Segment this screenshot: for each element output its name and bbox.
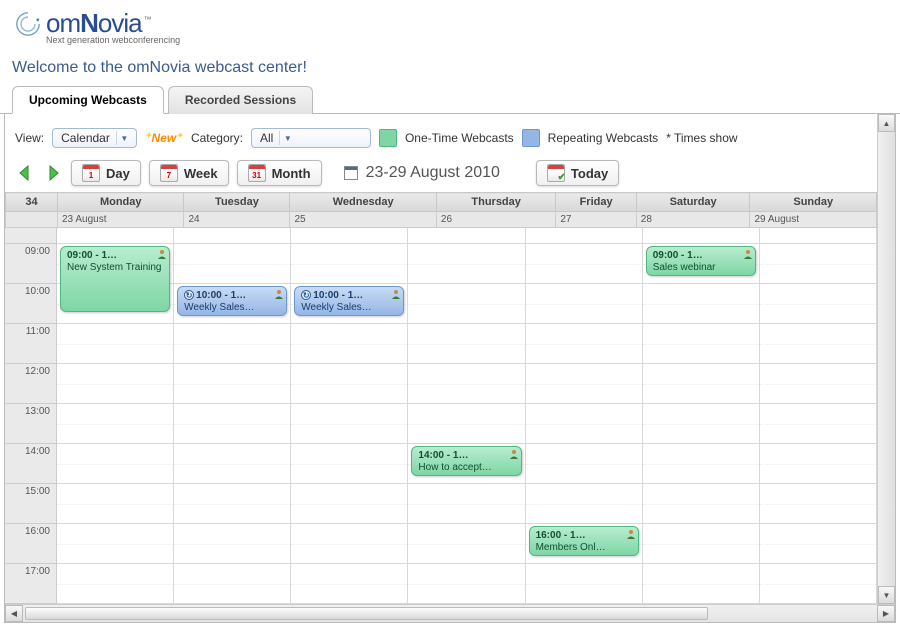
legend-onetime: One-Time Webcasts	[405, 131, 514, 145]
calendar-event[interactable]: 14:00 - 1…How to accept…	[411, 446, 521, 476]
legend-repeating: Repeating Webcasts	[548, 131, 659, 145]
scroll-down-icon[interactable]: ▼	[878, 586, 895, 604]
scroll-left-icon[interactable]: ◀	[5, 605, 23, 622]
toolbar: 1Day 7Week 31Month 23-29 August 2010 Tod…	[5, 158, 877, 192]
tagline: Next generation webconferencing	[46, 35, 886, 45]
mini-calendar-icon[interactable]	[344, 166, 358, 180]
horizontal-scrollbar[interactable]: ◀ ▶	[5, 604, 895, 622]
month-button[interactable]: 31Month	[237, 160, 322, 186]
week-corner	[6, 212, 58, 228]
day-header: Monday	[58, 193, 184, 212]
tab-recorded[interactable]: Recorded Sessions	[168, 86, 313, 114]
day-header: Sunday	[750, 193, 877, 212]
day-column[interactable]: 09:00 - 1…New System Training	[57, 228, 174, 604]
logo-swirl-icon	[14, 10, 42, 38]
header: omNovia™ Next generation webconferencing	[0, 0, 900, 49]
filter-bar: View: Calendar▼ New Category: All▼ One-T…	[5, 114, 877, 158]
repeat-icon: ↻	[301, 290, 311, 300]
calendar-event[interactable]: 16:00 - 1…Members Onl…	[529, 526, 639, 556]
scroll-right-icon[interactable]: ▶	[877, 605, 895, 622]
person-icon	[157, 249, 167, 259]
date-range: 23-29 August 2010	[366, 164, 500, 182]
calendar-grid: 08:0009:0010:0011:0012:0013:0014:0015:00…	[5, 228, 877, 604]
chevron-down-icon: ▼	[279, 131, 295, 145]
time-label: 08:00	[5, 228, 57, 244]
day-button[interactable]: 1Day	[71, 160, 141, 186]
week-button[interactable]: 7Week	[149, 160, 229, 186]
date-header[interactable]: 23 August	[58, 212, 184, 228]
person-icon	[626, 529, 636, 539]
week-number-header: 34	[6, 193, 58, 212]
repeat-icon: ↻	[184, 290, 194, 300]
day-column[interactable]: ↻10:00 - 1…Weekly Sales…	[174, 228, 291, 604]
view-label: View:	[15, 131, 44, 145]
calendar-event[interactable]: ↻10:00 - 1…Weekly Sales…	[177, 286, 287, 316]
day-column[interactable]	[760, 228, 877, 604]
prev-button[interactable]	[15, 163, 35, 183]
legend-swatch-repeating	[522, 129, 540, 147]
person-icon	[274, 289, 284, 299]
person-icon	[509, 449, 519, 459]
calendar-event[interactable]: ↻10:00 - 1…Weekly Sales…	[294, 286, 404, 316]
new-badge: New	[145, 131, 183, 145]
today-button[interactable]: Today	[536, 160, 619, 186]
day-header: Friday	[556, 193, 636, 212]
time-label: 12:00	[5, 364, 57, 404]
person-icon	[391, 289, 401, 299]
calendar-event[interactable]: 09:00 - 1…New System Training	[60, 246, 170, 312]
calendar-today-icon	[547, 164, 565, 182]
time-label: 14:00	[5, 444, 57, 484]
tab-upcoming[interactable]: Upcoming Webcasts	[12, 86, 164, 114]
date-header[interactable]: 27	[556, 212, 636, 228]
day-header: Thursday	[436, 193, 555, 212]
day-column[interactable]: ↻10:00 - 1…Weekly Sales…	[291, 228, 408, 604]
time-label: 15:00	[5, 484, 57, 524]
calendar-day-icon: 1	[82, 164, 100, 182]
calendar-month-icon: 31	[248, 164, 266, 182]
next-button[interactable]	[43, 163, 63, 183]
day-column[interactable]: 14:00 - 1…How to accept…	[408, 228, 525, 604]
day-header: Wednesday	[290, 193, 436, 212]
person-icon	[743, 249, 753, 259]
time-label: 11:00	[5, 324, 57, 364]
calendar-week-icon: 7	[160, 164, 178, 182]
times-note: * Times show	[666, 131, 737, 145]
content-frame: View: Calendar▼ New Category: All▼ One-T…	[4, 114, 896, 623]
time-label: 17:00	[5, 564, 57, 604]
time-label: 09:00	[5, 244, 57, 284]
tabs: Upcoming Webcasts Recorded Sessions	[0, 85, 900, 114]
calendar-header: 34 Monday Tuesday Wednesday Thursday Fri…	[5, 192, 877, 228]
category-label: Category:	[191, 131, 243, 145]
time-label: 16:00	[5, 524, 57, 564]
date-header[interactable]: 29 August	[750, 212, 877, 228]
day-header: Saturday	[636, 193, 750, 212]
time-label: 13:00	[5, 404, 57, 444]
date-header[interactable]: 28	[636, 212, 750, 228]
calendar-event[interactable]: 09:00 - 1…Sales webinar	[646, 246, 756, 276]
scroll-thumb[interactable]	[25, 607, 708, 620]
chevron-down-icon: ▼	[116, 131, 132, 145]
legend-swatch-onetime	[379, 129, 397, 147]
vertical-scrollbar[interactable]: ▲ ▼	[877, 114, 895, 604]
date-header[interactable]: 25	[290, 212, 436, 228]
time-label: 10:00	[5, 284, 57, 324]
scroll-up-icon[interactable]: ▲	[878, 114, 895, 132]
view-dropdown[interactable]: Calendar▼	[52, 128, 137, 148]
category-dropdown[interactable]: All▼	[251, 128, 371, 148]
day-header: Tuesday	[184, 193, 290, 212]
date-header[interactable]: 24	[184, 212, 290, 228]
day-column[interactable]: 16:00 - 1…Members Onl…	[526, 228, 643, 604]
page-title: Welcome to the omNovia webcast center!	[0, 49, 900, 85]
day-column[interactable]: 09:00 - 1…Sales webinar	[643, 228, 760, 604]
date-header[interactable]: 26	[436, 212, 555, 228]
